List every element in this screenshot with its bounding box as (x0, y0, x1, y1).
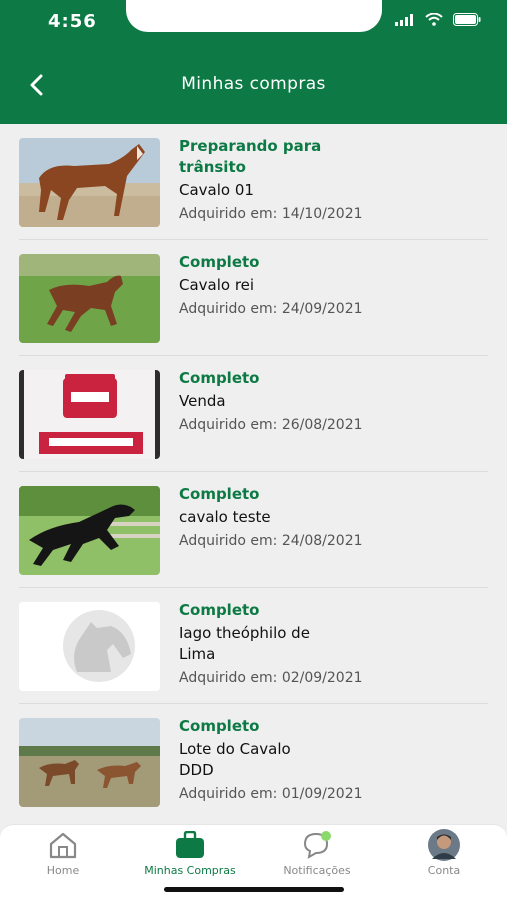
app-header: 4:56 Minhas compras (0, 0, 507, 124)
tab-label: Home (46, 864, 80, 877)
purchase-date: Adquirido em: 02/09/2021 (179, 670, 363, 686)
tab-label: Conta (427, 864, 461, 877)
home-icon (49, 832, 77, 859)
purchase-status: Completo (179, 369, 260, 387)
purchase-status: Preparando para trânsito (179, 137, 322, 176)
purchase-date: Adquirido em: 01/09/2021 (179, 786, 363, 802)
tab-minhas-compras[interactable]: Minhas Compras (127, 827, 253, 877)
purchase-thumbnail (19, 602, 160, 691)
purchase-list: Preparando para trânsito Cavalo 01 Adqui… (0, 124, 507, 824)
purchase-status: Completo (179, 717, 260, 735)
purchase-date: Adquirido em: 14/10/2021 (179, 206, 363, 222)
purchase-item[interactable]: Completo cavalo teste Adquirido em: 24/0… (0, 472, 507, 588)
signal-icon (395, 13, 413, 26)
purchase-name: Iago theóphilo de Lima (179, 624, 310, 663)
purchase-thumbnail (19, 370, 160, 459)
status-time: 4:56 (48, 11, 97, 32)
purchase-date: Adquirido em: 26/08/2021 (179, 417, 363, 433)
purchase-name: Cavalo rei (179, 276, 255, 294)
tab-label: Notificações (283, 864, 351, 877)
purchase-item[interactable]: Completo Iago theóphilo de Lima Adquirid… (0, 588, 507, 704)
purchase-date: Adquirido em: 24/08/2021 (179, 533, 363, 549)
purchase-status: Completo (179, 601, 260, 619)
tab-conta[interactable]: Conta (381, 827, 507, 877)
purchase-item[interactable]: Completo Lote do Cavalo DDD Adquirido em… (0, 704, 507, 820)
page-title: Minhas compras (181, 74, 326, 94)
purchase-item[interactable]: Completo Venda Adquirido em: 26/08/2021 (0, 356, 507, 472)
tab-label: Minhas Compras (144, 864, 236, 877)
purchase-item[interactable]: Completo Cavalo rei Adquirido em: 24/09/… (0, 240, 507, 356)
battery-icon (453, 13, 481, 26)
purchase-thumbnail (19, 254, 160, 343)
purchase-thumbnail (19, 718, 160, 807)
purchase-name: cavalo teste (179, 508, 271, 526)
tab-home[interactable]: Home (0, 827, 126, 877)
chat-icon (303, 831, 331, 859)
purchase-status: Completo (179, 485, 260, 503)
purchase-status: Completo (179, 253, 260, 271)
purchase-thumbnail (19, 486, 160, 575)
purchase-name: Venda (179, 392, 226, 410)
status-icons (395, 13, 481, 26)
purchase-date: Adquirido em: 24/09/2021 (179, 301, 363, 317)
purchase-name: Lote do Cavalo DDD (179, 740, 291, 779)
bag-icon (176, 831, 204, 858)
device-notch (126, 0, 382, 32)
wifi-icon (425, 13, 443, 26)
purchase-name: Cavalo 01 (179, 181, 254, 199)
avatar (428, 829, 460, 861)
home-indicator (164, 887, 344, 892)
tab-notificacoes[interactable]: Notificações (254, 827, 380, 877)
purchase-thumbnail (19, 138, 160, 227)
purchase-item[interactable]: Preparando para trânsito Cavalo 01 Adqui… (0, 124, 507, 240)
